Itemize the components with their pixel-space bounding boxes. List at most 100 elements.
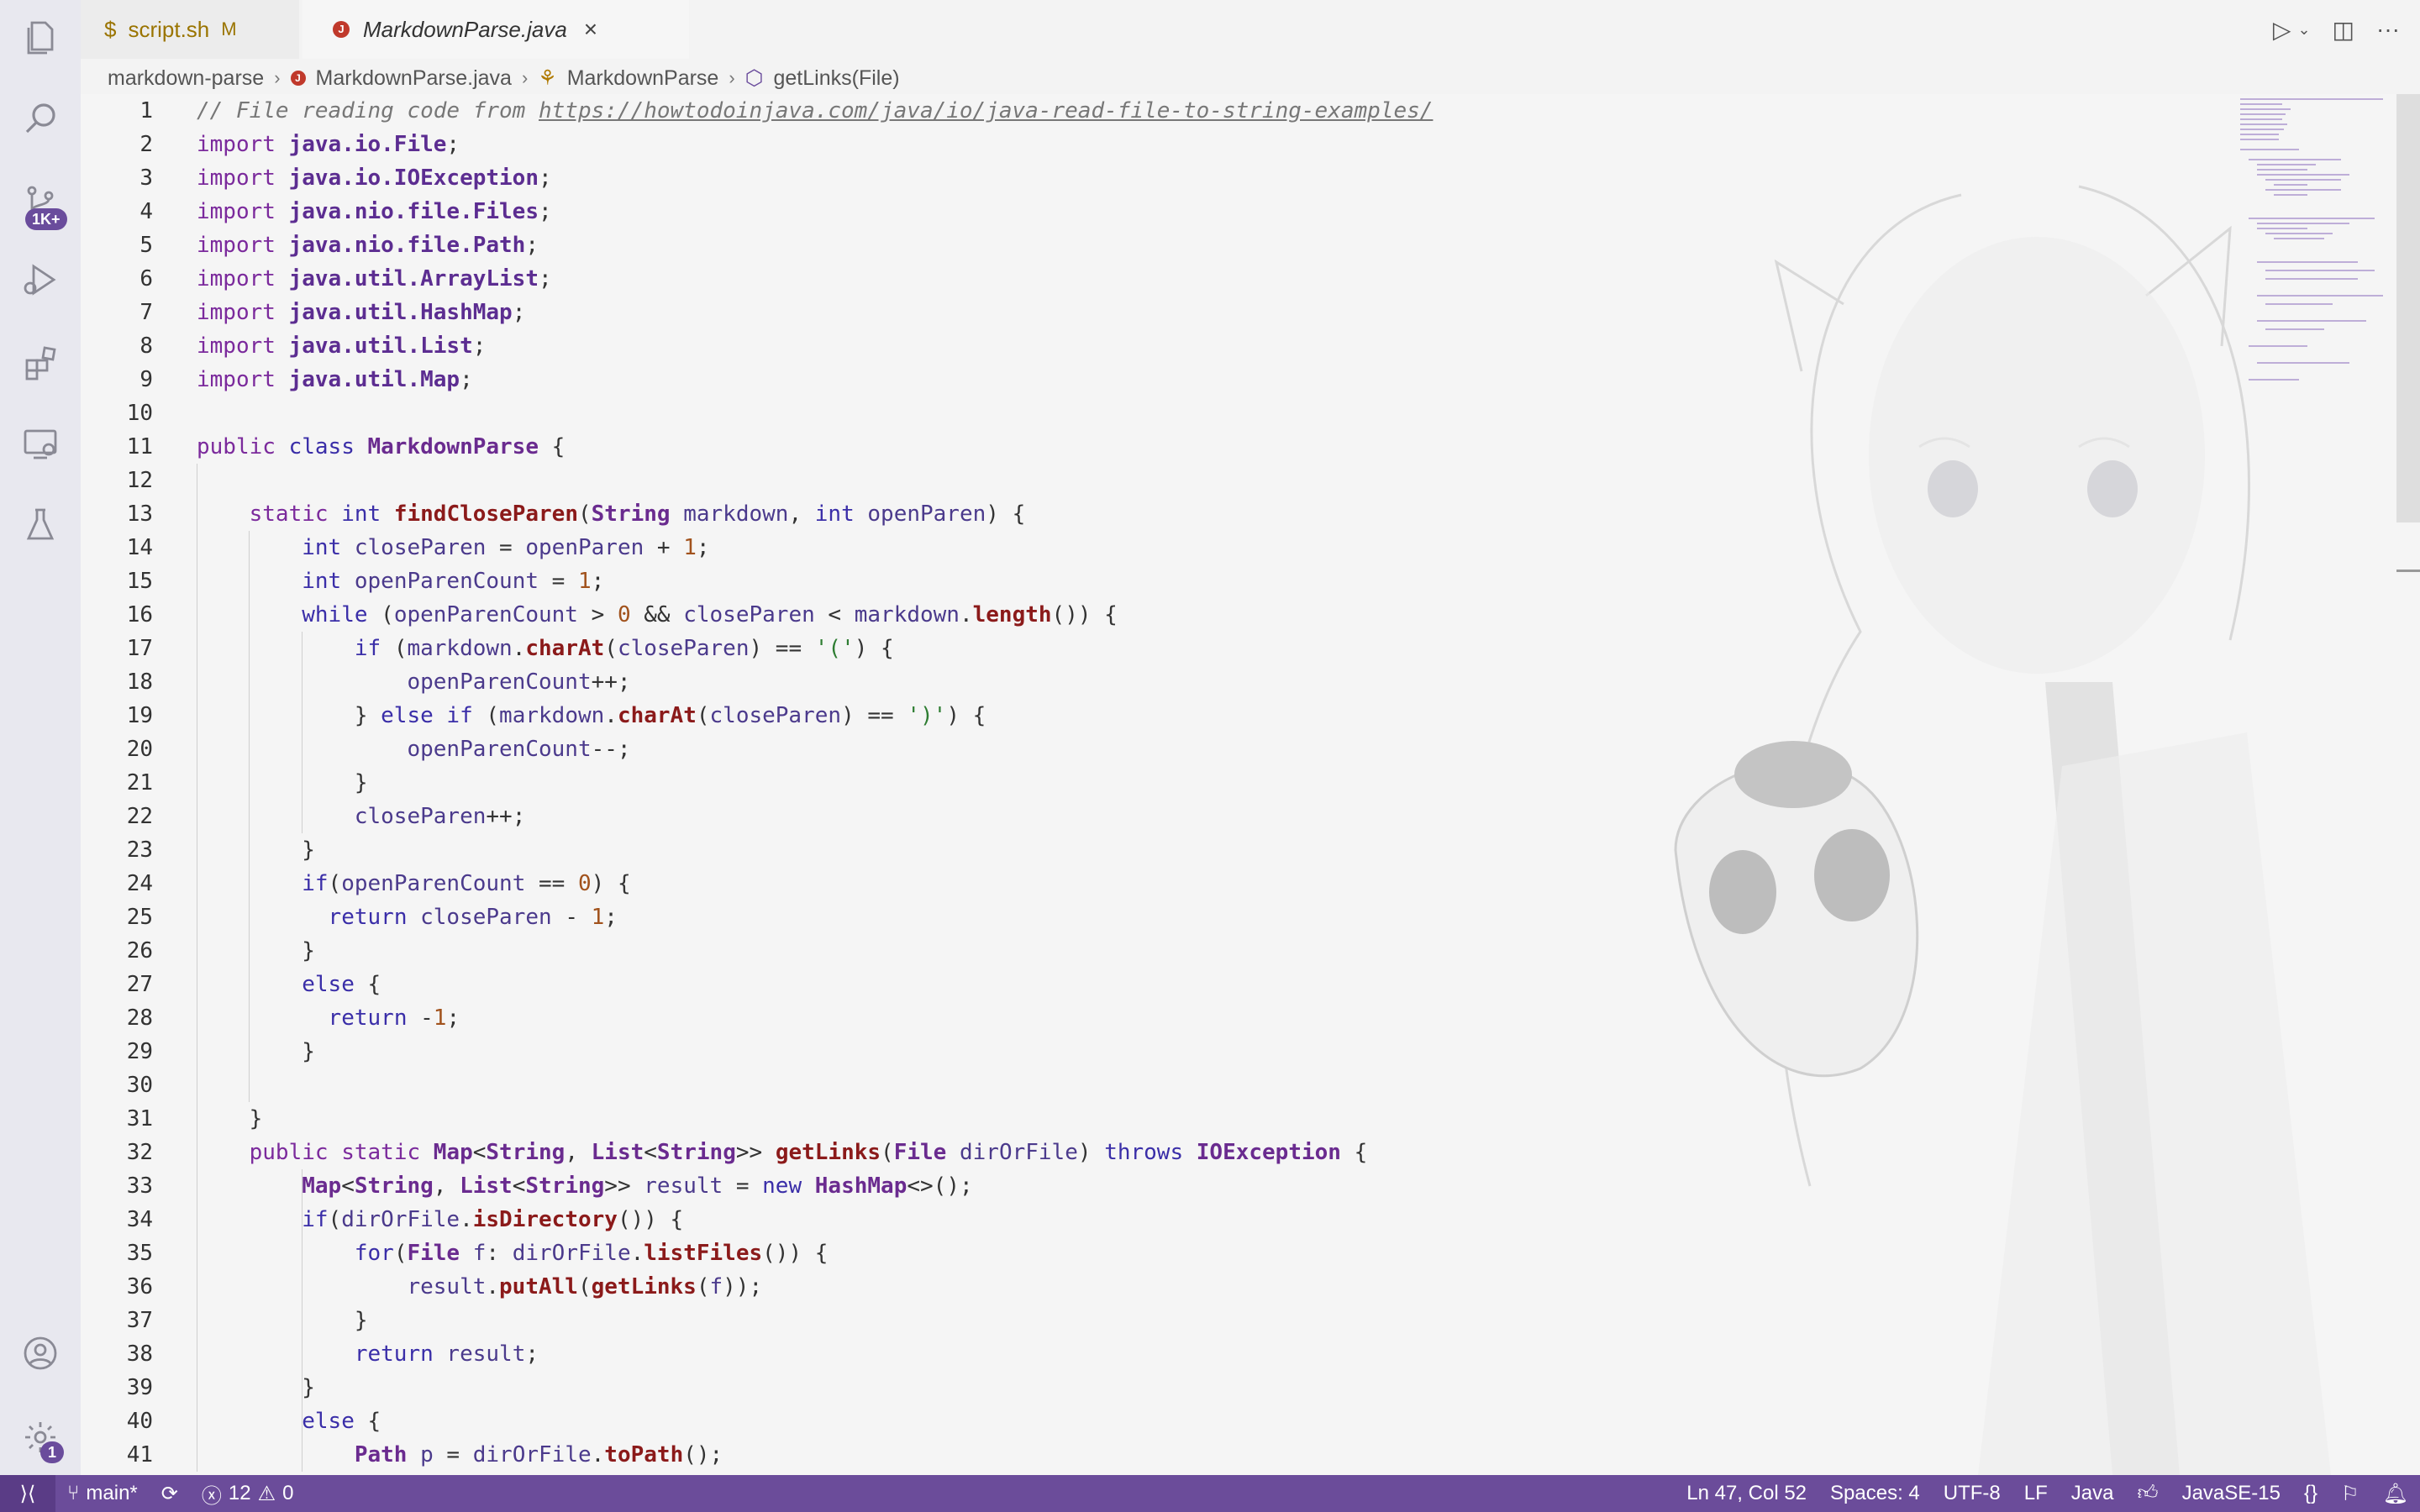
code-line[interactable]: 27 else {	[81, 968, 1593, 1001]
bell-icon[interactable]: 🔔︎	[2371, 1475, 2420, 1512]
code-line[interactable]: 11 public class MarkdownParse {	[81, 430, 1593, 464]
close-icon[interactable]: ×	[584, 16, 597, 43]
code-line[interactable]: 31 }	[81, 1102, 1593, 1136]
encoding[interactable]: UTF-8	[1932, 1475, 2012, 1512]
remote-explorer-icon[interactable]	[0, 407, 81, 482]
end-of-line[interactable]: LF	[2012, 1475, 2060, 1512]
code-token: getLinks	[591, 1274, 697, 1299]
testing-icon[interactable]	[0, 487, 81, 563]
code-line[interactable]: 14 int closeParen = openParen + 1;	[81, 531, 1593, 564]
line-text: }	[197, 1035, 315, 1068]
code-token: --;	[591, 737, 631, 762]
code-line[interactable]: 3 import java.io.IOException;	[81, 161, 1593, 195]
code-line[interactable]: 41 Path p = dirOrFile.toPath();	[81, 1438, 1593, 1472]
code-token: https://howtodoinjava.com/java/io/java-r…	[539, 98, 1434, 123]
editor-actions: ▷ ⌄ ◫ ···	[2273, 0, 2400, 59]
code-line[interactable]: 34 if(dirOrFile.isDirectory()) {	[81, 1203, 1593, 1236]
code-line[interactable]: 1 // File reading code from https://howto…	[81, 94, 1593, 128]
code-line[interactable]: 16 while (openParenCount > 0 && closePar…	[81, 598, 1593, 632]
code-line[interactable]: 12	[81, 464, 1593, 497]
code-token: dirOrFile	[512, 1241, 631, 1266]
code-line[interactable]: 10	[81, 396, 1593, 430]
problems-indicator[interactable]: ⓧ 12 ⚠ 0	[190, 1475, 306, 1512]
code-token: }	[197, 837, 315, 863]
tab-script-sh[interactable]: $ script.sh M	[81, 0, 299, 59]
indentation[interactable]: Spaces: 4	[1818, 1475, 1932, 1512]
run-debug-icon[interactable]	[0, 242, 81, 318]
tab-markdownparse-java[interactable]: J MarkdownParse.java ×	[302, 0, 689, 59]
code-line[interactable]: 38 return result;	[81, 1337, 1593, 1371]
code-token: openParen	[525, 535, 644, 560]
chevron-down-icon[interactable]: ⌄	[2297, 21, 2310, 39]
line-number: 25	[126, 905, 153, 930]
breadcrumb: markdown-parse › J MarkdownParse.java › …	[108, 62, 900, 94]
code-line[interactable]: 20 openParenCount--;	[81, 732, 1593, 766]
breadcrumb-class[interactable]: MarkdownParse	[567, 66, 719, 91]
search-icon[interactable]	[0, 81, 81, 156]
code-line[interactable]: 9 import java.util.Map;	[81, 363, 1593, 396]
accounts-icon[interactable]	[0, 1315, 81, 1391]
code-token: java.io.IOException	[288, 165, 539, 191]
branch-indicator[interactable]: ⑂ main*	[55, 1475, 150, 1512]
code-line[interactable]: 39 }	[81, 1371, 1593, 1404]
code-line[interactable]: 2 import java.io.File;	[81, 128, 1593, 161]
code-line[interactable]: 15 int openParenCount = 1;	[81, 564, 1593, 598]
code-line[interactable]: 13 static int findCloseParen(String mark…	[81, 497, 1593, 531]
code-line[interactable]: 29 }	[81, 1035, 1593, 1068]
braces-icon[interactable]: {}	[2292, 1475, 2329, 1512]
breadcrumb-method[interactable]: getLinks(File)	[774, 66, 900, 91]
extensions-icon[interactable]	[0, 326, 81, 402]
java-runtime[interactable]: JavaSE-15	[2170, 1475, 2292, 1512]
code-line[interactable]: 19 } else if (markdown.charAt(closeParen…	[81, 699, 1593, 732]
code-line[interactable]: 40 else {	[81, 1404, 1593, 1438]
code-line[interactable]: 23 }	[81, 833, 1593, 867]
manage-gear-icon[interactable]: 1	[0, 1399, 81, 1475]
line-text: return result;	[197, 1337, 539, 1371]
breadcrumb-file[interactable]: MarkdownParse.java	[316, 66, 512, 91]
code-line[interactable]: 4 import java.nio.file.Files;	[81, 195, 1593, 228]
breadcrumb-folder[interactable]: markdown-parse	[108, 66, 264, 91]
code-line[interactable]: 6 import java.util.ArrayList;	[81, 262, 1593, 296]
source-control-icon[interactable]: 1K+	[0, 165, 81, 240]
code-token: public	[249, 1140, 342, 1165]
explorer-icon[interactable]	[0, 0, 81, 76]
run-icon[interactable]: ▷	[2273, 16, 2291, 44]
code-line[interactable]: 22 closeParen++;	[81, 800, 1593, 833]
code-line[interactable]: 32 public static Map<String, List<String…	[81, 1136, 1593, 1169]
code-line[interactable]: 17 if (markdown.charAt(closeParen) == '(…	[81, 632, 1593, 665]
code-token: <	[472, 1140, 487, 1165]
code-line[interactable]: 30	[81, 1068, 1593, 1102]
code-token: )	[1077, 1140, 1105, 1165]
branch-name: main*	[86, 1482, 138, 1504]
code-editor[interactable]: 1 // File reading code from https://howto…	[81, 94, 2420, 1475]
minimap[interactable]	[2232, 94, 2400, 413]
code-line[interactable]: 8 import java.util.List;	[81, 329, 1593, 363]
code-token: ;	[696, 535, 710, 560]
code-line[interactable]: 36 result.putAll(getLinks(f));	[81, 1270, 1593, 1304]
split-editor-icon[interactable]: ◫	[2333, 16, 2354, 44]
code-token: // File reading code from	[197, 98, 539, 123]
code-line[interactable]: 18 openParenCount++;	[81, 665, 1593, 699]
vertical-scrollbar[interactable]	[2396, 94, 2420, 522]
code-line[interactable]: 28 return -1;	[81, 1001, 1593, 1035]
sync-icon[interactable]: ⟳	[150, 1475, 190, 1512]
more-actions-icon[interactable]: ···	[2376, 16, 2400, 43]
line-number: 35	[126, 1241, 153, 1266]
code-token: (	[381, 602, 394, 627]
code-line[interactable]: 37 }	[81, 1304, 1593, 1337]
thumbs-up-icon[interactable]: 👍︎	[2125, 1475, 2170, 1512]
code-line[interactable]: 33 Map<String, List<String>> result = ne…	[81, 1169, 1593, 1203]
code-token: ++;	[591, 669, 631, 695]
remote-indicator-icon[interactable]: ⟩⟨	[0, 1475, 55, 1512]
cursor-position[interactable]: Ln 47, Col 52	[1675, 1475, 1818, 1512]
feedback-icon[interactable]: ⚐	[2329, 1475, 2371, 1512]
code-line[interactable]: 26 }	[81, 934, 1593, 968]
code-line[interactable]: 24 if(openParenCount == 0) {	[81, 867, 1593, 900]
code-line[interactable]: 21 }	[81, 766, 1593, 800]
code-token: int	[341, 501, 394, 527]
code-line[interactable]: 5 import java.nio.file.Path;	[81, 228, 1593, 262]
code-line[interactable]: 35 for(File f: dirOrFile.listFiles()) {	[81, 1236, 1593, 1270]
code-line[interactable]: 7 import java.util.HashMap;	[81, 296, 1593, 329]
code-line[interactable]: 25 return closeParen - 1;	[81, 900, 1593, 934]
language-mode[interactable]: Java	[2060, 1475, 2126, 1512]
